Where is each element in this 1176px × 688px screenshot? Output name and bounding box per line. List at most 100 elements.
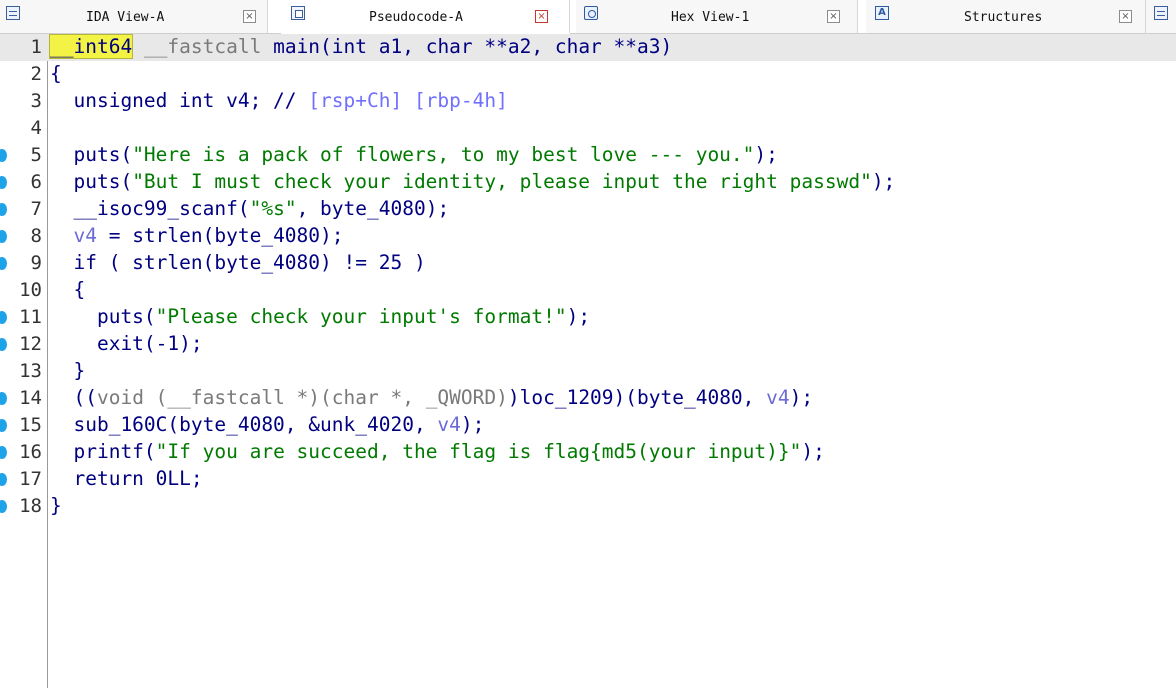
code-token[interactable]: v4 xyxy=(437,413,460,436)
code-token[interactable]: , byte_4080); xyxy=(297,197,450,220)
code-token[interactable]: "Please check your input's format!" xyxy=(156,305,567,328)
code-line[interactable]: 2{ xyxy=(0,61,1176,88)
code-text[interactable]: v4 = strlen(byte_4080); xyxy=(50,224,344,247)
code-token[interactable]: v4 xyxy=(766,386,789,409)
code-token[interactable]: )loc_1209)(byte_4080, xyxy=(508,386,766,409)
code-token[interactable]: { xyxy=(50,278,85,301)
line-number: 5 xyxy=(30,144,42,166)
code-text[interactable]: __int64 __fastcall main(int a1, char **a… xyxy=(48,34,672,59)
code-line[interactable]: 17 return 0LL; xyxy=(0,466,1176,493)
code-token[interactable]: printf( xyxy=(50,440,155,463)
code-text[interactable]: puts("But I must check your identity, pl… xyxy=(50,171,895,193)
close-icon[interactable]: × xyxy=(535,10,548,23)
line-number: 7 xyxy=(30,198,42,220)
code-token[interactable]: ); xyxy=(754,143,777,166)
code-text[interactable]: printf("If you are succeed, the flag is … xyxy=(50,440,824,463)
code-token[interactable]: puts( xyxy=(50,143,132,166)
code-token[interactable]: = strlen(byte_4080); xyxy=(97,224,344,247)
code-token[interactable]: sub_160C(byte_4080, &unk_4020, xyxy=(50,413,437,436)
code-token[interactable]: } xyxy=(50,494,62,517)
code-line[interactable]: 14 ((void (__fastcall *)(char *, _QWORD)… xyxy=(0,385,1176,412)
tab-label: IDA View-A xyxy=(86,10,165,25)
code-token[interactable]: } xyxy=(50,359,85,382)
code-text[interactable]: unsigned int v4; // [rsp+Ch] [rbp-4h] xyxy=(50,89,508,112)
code-line[interactable]: 4 xyxy=(0,115,1176,142)
code-token[interactable]: ); xyxy=(461,413,484,436)
ida-window: IDA View-A × Pseudocode-A × Hex View-1 ×… xyxy=(0,0,1176,688)
code-line[interactable]: 13 } xyxy=(0,358,1176,385)
code-line[interactable]: 15 sub_160C(byte_4080, &unk_4020, v4); xyxy=(0,412,1176,439)
code-line[interactable]: 16 printf("If you are succeed, the flag … xyxy=(0,439,1176,466)
close-icon[interactable]: × xyxy=(243,10,256,23)
line-number: 1 xyxy=(30,36,42,58)
line-number: 10 xyxy=(19,279,42,301)
code-text[interactable]: { xyxy=(50,63,62,85)
tab-label: Structures xyxy=(964,10,1043,25)
pseudocode-editor[interactable]: 1 __int64 __fastcall main(int a1, char **… xyxy=(0,34,1176,688)
code-text[interactable]: { xyxy=(50,279,85,301)
code-token[interactable]: void (__fastcall *)(char *, _QWORD) xyxy=(97,386,508,409)
code-line[interactable]: 12 exit(-1); xyxy=(0,331,1176,358)
code-token[interactable]: main(int a1, char **a2, char **a3) xyxy=(273,35,672,58)
tab-hex-view-1[interactable]: Hex View-1 × xyxy=(576,0,858,33)
disassembly-icon xyxy=(6,6,20,20)
code-line[interactable]: 7 __isoc99_scanf("%s", byte_4080); xyxy=(0,196,1176,223)
code-text[interactable]: ((void (__fastcall *)(char *, _QWORD))lo… xyxy=(50,387,813,409)
line-number: 18 xyxy=(19,495,42,517)
code-text[interactable]: puts("Here is a pack of flowers, to my b… xyxy=(50,143,777,166)
line-number: 14 xyxy=(19,387,42,409)
code-line[interactable]: 3 unsigned int v4; // [rsp+Ch] [rbp-4h] xyxy=(0,88,1176,115)
tab-ida-view-a[interactable]: IDA View-A × xyxy=(0,0,268,33)
code-token[interactable]: [rsp+Ch] [rbp-4h] xyxy=(308,89,508,112)
code-token[interactable]: "%s" xyxy=(250,197,297,220)
line-number: 13 xyxy=(19,360,42,382)
tab-pseudocode-a[interactable]: Pseudocode-A × xyxy=(281,0,570,34)
code-text[interactable]: return 0LL; xyxy=(50,467,202,490)
code-token[interactable]: ); xyxy=(567,305,590,328)
close-icon[interactable]: × xyxy=(827,10,840,23)
close-icon[interactable]: × xyxy=(1119,10,1132,23)
line-number: 6 xyxy=(30,171,42,193)
code-line[interactable]: 9 if ( strlen(byte_4080) != 25 ) xyxy=(0,250,1176,277)
code-token[interactable]: "But I must check your identity, please … xyxy=(132,170,872,193)
code-token[interactable]: "If you are succeed, the flag is flag{md… xyxy=(156,440,802,463)
code-line[interactable]: 11 puts("Please check your input's forma… xyxy=(0,304,1176,331)
tab-overflow[interactable] xyxy=(1146,0,1176,33)
tab-bar: IDA View-A × Pseudocode-A × Hex View-1 ×… xyxy=(0,0,1176,34)
code-token[interactable] xyxy=(50,224,73,247)
code-text[interactable]: } xyxy=(50,360,85,382)
code-token[interactable]: { xyxy=(50,62,62,85)
code-token[interactable]: return 0LL; xyxy=(50,467,202,490)
code-token[interactable]: unsigned int v4; // xyxy=(50,89,308,112)
code-text[interactable]: sub_160C(byte_4080, &unk_4020, v4); xyxy=(50,414,484,436)
code-token[interactable]: exit(-1); xyxy=(50,332,203,355)
code-text[interactable]: puts("Please check your input's format!"… xyxy=(50,306,590,328)
code-token[interactable]: ); xyxy=(801,440,824,463)
code-token[interactable]: __isoc99_scanf( xyxy=(50,197,249,220)
code-token[interactable]: ); xyxy=(872,170,895,193)
code-text[interactable]: } xyxy=(50,495,62,517)
code-token[interactable]: __fastcall xyxy=(132,35,273,58)
code-token[interactable]: "Here is a pack of flowers, to my best l… xyxy=(132,143,754,166)
cursor-token[interactable]: __int64 xyxy=(48,34,134,59)
line-number: 15 xyxy=(19,414,42,436)
code-token[interactable]: puts( xyxy=(50,170,132,193)
code-line[interactable]: 5 puts("Here is a pack of flowers, to my… xyxy=(0,142,1176,169)
line-number: 16 xyxy=(19,441,42,463)
code-line[interactable]: 10 { xyxy=(0,277,1176,304)
code-text[interactable]: exit(-1); xyxy=(50,333,203,355)
code-line[interactable]: 6 puts("But I must check your identity, … xyxy=(0,169,1176,196)
code-token[interactable]: if ( strlen(byte_4080) != 25 ) xyxy=(50,251,425,274)
code-token[interactable]: v4 xyxy=(73,224,96,247)
code-line[interactable]: 8 v4 = strlen(byte_4080); xyxy=(0,223,1176,250)
code-token[interactable]: puts( xyxy=(50,305,156,328)
code-text[interactable]: __isoc99_scanf("%s", byte_4080); xyxy=(50,198,449,220)
code-token[interactable]: (( xyxy=(50,386,97,409)
overflow-tab-icon xyxy=(1154,6,1168,20)
code-line[interactable]: 18} xyxy=(0,493,1176,520)
tab-structures[interactable]: A Structures × xyxy=(866,0,1146,33)
code-token[interactable]: ); xyxy=(790,386,813,409)
pseudocode-icon xyxy=(291,6,305,20)
code-line[interactable]: 1 __int64 __fastcall main(int a1, char **… xyxy=(0,34,1176,61)
code-text[interactable]: if ( strlen(byte_4080) != 25 ) xyxy=(50,251,425,274)
